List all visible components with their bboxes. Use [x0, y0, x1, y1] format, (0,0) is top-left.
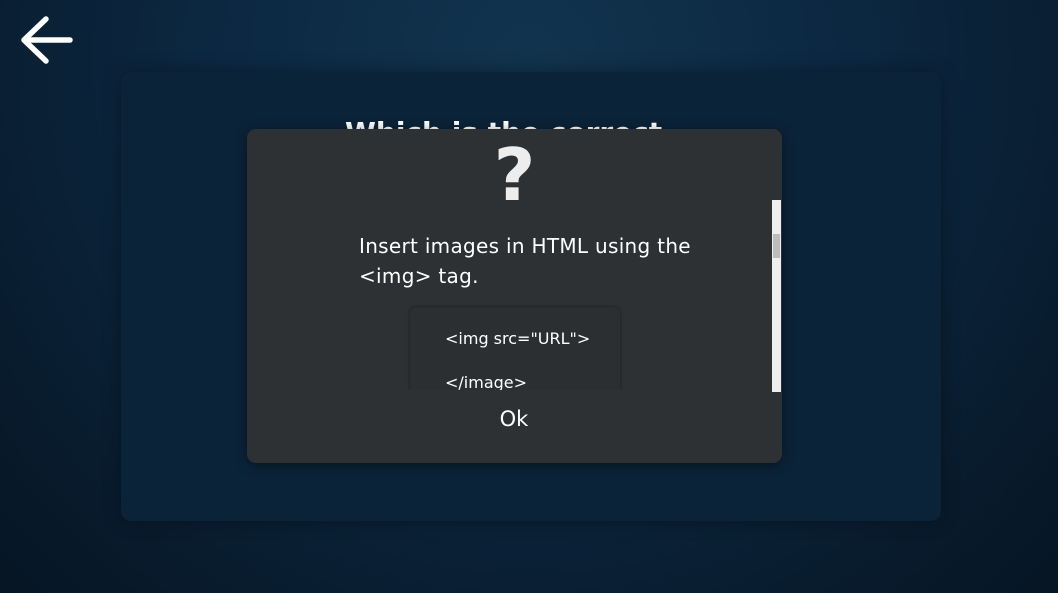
code-line: <img src="URL"> — [445, 329, 591, 348]
dialog-scrollbar[interactable] — [772, 200, 781, 392]
hint-dialog: ? Insert images in HTML using the <img> … — [247, 129, 782, 463]
code-line: </image> — [445, 373, 528, 390]
question-mark-icon: ? — [493, 133, 536, 217]
back-button[interactable] — [18, 14, 74, 66]
scrollbar-thumb[interactable] — [773, 234, 780, 258]
dialog-message: Insert images in HTML using the <img> ta… — [359, 234, 691, 288]
code-example-box: <img src="URL"> </image> — [410, 307, 620, 390]
ok-button[interactable]: Ok — [474, 399, 554, 439]
arrow-left-icon — [21, 16, 73, 64]
dialog-scroll-area[interactable]: Insert images in HTML using the <img> ta… — [247, 227, 782, 390]
